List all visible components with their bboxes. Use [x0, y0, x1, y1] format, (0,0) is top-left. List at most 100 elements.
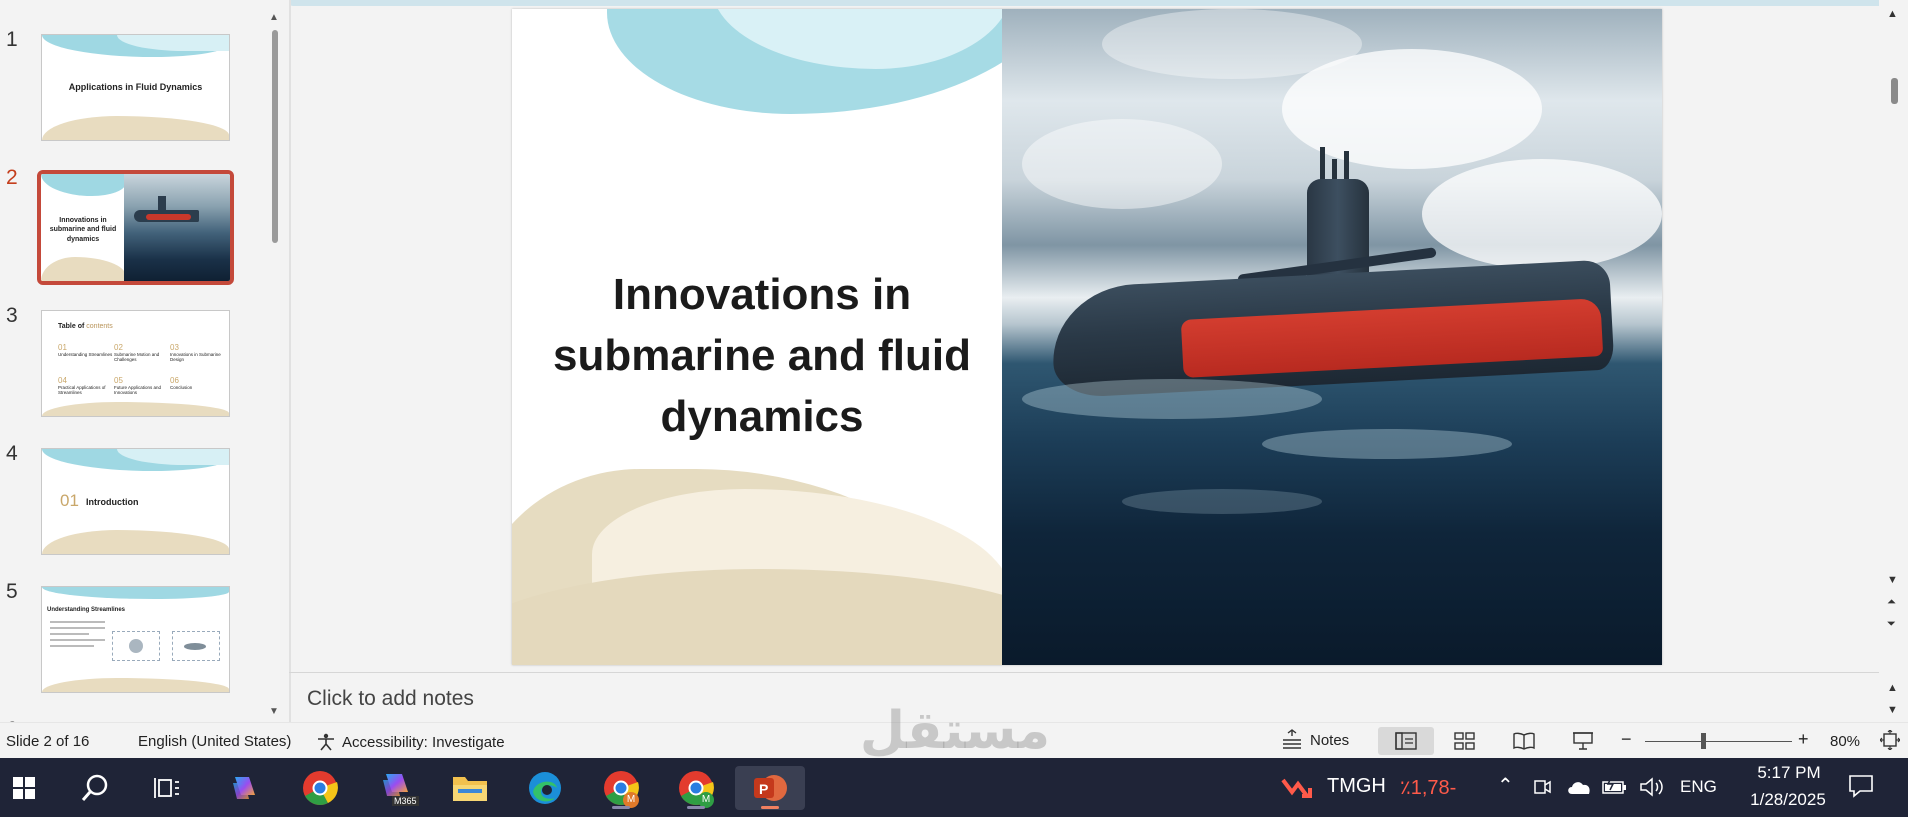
input-language[interactable]: ENG: [1680, 777, 1717, 797]
search-icon: [81, 774, 108, 801]
zoom-out-button[interactable]: −: [1621, 729, 1632, 750]
slideshow-button[interactable]: [1555, 727, 1611, 755]
slide-number: 1: [6, 28, 18, 51]
sea-foam: [1022, 379, 1322, 419]
powerpoint-button[interactable]: P: [735, 766, 805, 810]
fit-to-window-icon: [1879, 729, 1901, 751]
slide-thumbnail-selected[interactable]: Innovations in submarine and fluid dynam…: [37, 170, 234, 285]
reading-view-button[interactable]: [1496, 727, 1552, 755]
scroll-down-arrow-icon[interactable]: ▼: [269, 706, 279, 717]
slide-thumbnail-pane[interactable]: 1 Applications in Fluid Dynamics 2 Innov…: [0, 0, 289, 722]
chrome-button[interactable]: [298, 766, 342, 810]
accessibility-label: Accessibility: Investigate: [342, 733, 505, 751]
meet-now-icon: [1534, 780, 1551, 794]
fit-to-window-button[interactable]: [1879, 729, 1901, 754]
start-button[interactable]: [2, 766, 46, 810]
slide-thumbnail[interactable]: Table of contents 01 Understanding Stream…: [41, 310, 230, 417]
ticker-change[interactable]: ٪1,78-: [1400, 775, 1456, 800]
submarine-stripe: [146, 214, 191, 220]
title-line: Innovations in: [612, 270, 912, 319]
wave-decoration: [41, 174, 126, 196]
slide-sorter-button[interactable]: [1437, 727, 1493, 755]
stock-widget[interactable]: [1281, 774, 1313, 805]
zoom-slider-track[interactable]: [1645, 741, 1792, 742]
slide-canvas[interactable]: Innovations in submarine and fluid dynam…: [291, 6, 1879, 670]
clock-time[interactable]: 5:17 PM: [1744, 763, 1834, 783]
toc-number: 05: [114, 376, 123, 385]
scroll-up-arrow-icon[interactable]: ▲: [1887, 8, 1898, 20]
ticker-symbol[interactable]: TMGH: [1327, 775, 1386, 798]
diagram-circle: [129, 639, 143, 653]
chrome-profile-button-2[interactable]: M: [674, 766, 718, 810]
slide-scrollbar-thumb[interactable]: [1891, 78, 1898, 104]
thumbnail-title: Innovations in submarine and fluid dynam…: [49, 217, 117, 243]
toc-item: 01 Understanding Streamlines: [58, 343, 113, 357]
wave-decoration: [42, 530, 229, 554]
search-button[interactable]: [73, 766, 117, 810]
slide-scrollbar[interactable]: ▲ ▼ ⏶ ⏷ ▲ ▼: [1879, 0, 1908, 722]
scroll-up-arrow-icon[interactable]: ▲: [269, 12, 279, 23]
onedrive-button[interactable]: [1566, 778, 1592, 801]
scroll-down-arrow-icon[interactable]: ▼: [1887, 574, 1898, 586]
slide-thumbnail[interactable]: Understanding Streamlines: [41, 586, 230, 693]
clock-date[interactable]: 1/28/2025: [1732, 790, 1844, 810]
edge-button[interactable]: [523, 766, 567, 810]
section-number: 01: [60, 491, 79, 510]
svg-text:P: P: [759, 781, 768, 797]
thumbnail-title: Table of contents: [58, 323, 113, 330]
diagram-ellipse: [184, 643, 206, 650]
toc-number: 02: [114, 343, 123, 352]
battery-indicator[interactable]: [1602, 777, 1628, 801]
notification-center-button[interactable]: [1848, 774, 1874, 803]
windows-taskbar: M365 M M P TMGH ٪1,78- ⌃ ENG 5:17 PM 1/2…: [0, 758, 1908, 817]
accessibility-checker[interactable]: Accessibility: Investigate: [316, 733, 505, 751]
thumbnail-scrollbar-thumb[interactable]: [272, 30, 278, 243]
notes-button[interactable]: Notes: [1280, 728, 1349, 752]
toc-item: 02 Submarine Motion and Challenges: [114, 343, 169, 363]
thumbnail-title: Introduction: [86, 497, 139, 507]
chrome-profile-button[interactable]: M: [599, 766, 643, 810]
slide-number: 4: [6, 442, 18, 465]
task-view-button[interactable]: [144, 766, 188, 810]
notes-pane[interactable]: Click to add notes: [291, 673, 1879, 722]
notes-scroll-up-icon[interactable]: ▲: [1887, 682, 1898, 694]
notes-scroll-down-icon[interactable]: ▼: [1887, 704, 1898, 716]
next-slide-icon[interactable]: ⏷: [1887, 618, 1896, 631]
wave-decoration: [42, 402, 229, 416]
normal-view-icon: [1395, 732, 1417, 750]
volume-button[interactable]: [1639, 777, 1665, 802]
current-slide[interactable]: Innovations in submarine and fluid dynam…: [512, 9, 1662, 665]
toc-label: Future Applications and Innovations: [114, 385, 162, 396]
previous-slide-icon[interactable]: ⏶: [1887, 596, 1896, 609]
zoom-level[interactable]: 80%: [1830, 733, 1860, 750]
toc-label: Understanding Streamlines: [58, 352, 113, 357]
notes-label: Notes: [1310, 731, 1350, 749]
powerpoint-window: 1 Applications in Fluid Dynamics 2 Innov…: [0, 0, 1908, 817]
normal-view-button[interactable]: [1378, 727, 1434, 755]
file-explorer-button[interactable]: [448, 766, 492, 810]
slide-thumbnail[interactable]: Applications in Fluid Dynamics: [41, 34, 230, 141]
stock-chart-icon: [1281, 778, 1312, 798]
toc-item: 06 Conclusion: [170, 376, 225, 390]
copilot-icon: [233, 777, 255, 799]
status-bar: Slide 2 of 16 English (United States) Ac…: [0, 722, 1908, 758]
copilot-button[interactable]: [222, 766, 266, 810]
running-indicator: [612, 806, 630, 809]
submarine-photo: [124, 174, 230, 281]
zoom-slider-thumb[interactable]: [1701, 733, 1706, 749]
slide-counter[interactable]: Slide 2 of 16: [6, 733, 89, 750]
chevron-up-icon[interactable]: ⌃: [1497, 773, 1514, 798]
zoom-in-button[interactable]: +: [1798, 729, 1809, 750]
file-explorer-icon: [453, 777, 487, 801]
language-indicator[interactable]: English (United States): [138, 733, 291, 750]
slide-thumbnail[interactable]: 01 Introduction: [41, 448, 230, 555]
submarine-photo[interactable]: [1002, 9, 1662, 665]
slide-title[interactable]: Innovations in submarine and fluid dynam…: [522, 264, 1002, 447]
notes-placeholder[interactable]: Click to add notes: [307, 687, 474, 711]
wave-decoration: [42, 678, 229, 692]
reading-view-icon: [1513, 732, 1535, 750]
edge-icon: [529, 772, 561, 804]
m365-copilot-button[interactable]: M365: [374, 766, 419, 810]
cloud: [1422, 159, 1662, 269]
meet-now-button[interactable]: [1532, 777, 1552, 802]
